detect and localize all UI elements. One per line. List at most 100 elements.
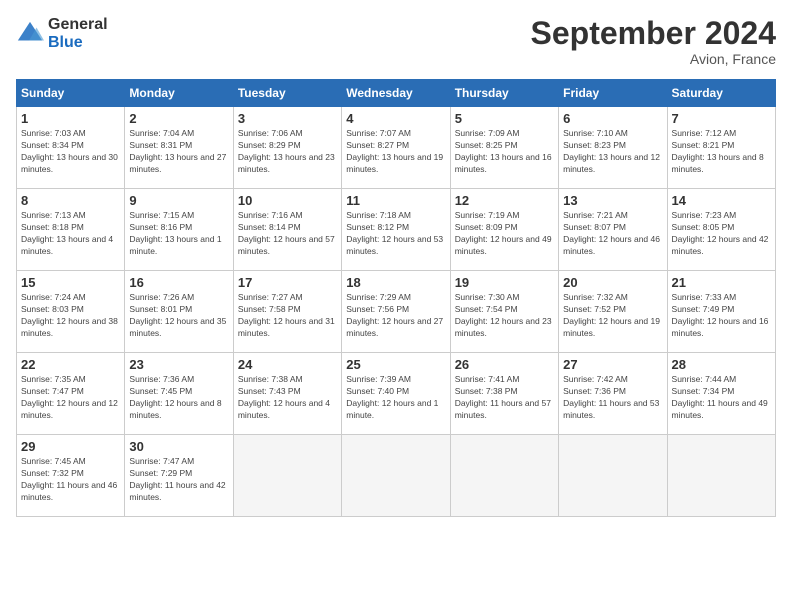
calendar-cell: 1 Sunrise: 7:03 AMSunset: 8:34 PMDayligh… <box>17 107 125 189</box>
day-info: Sunrise: 7:44 AMSunset: 7:34 PMDaylight:… <box>672 374 771 422</box>
day-info: Sunrise: 7:45 AMSunset: 7:32 PMDaylight:… <box>21 456 120 504</box>
logo-icon <box>16 20 44 48</box>
day-info: Sunrise: 7:30 AMSunset: 7:54 PMDaylight:… <box>455 292 554 340</box>
calendar-cell <box>342 435 450 517</box>
calendar-week-row: 1 Sunrise: 7:03 AMSunset: 8:34 PMDayligh… <box>17 107 776 189</box>
day-info: Sunrise: 7:47 AMSunset: 7:29 PMDaylight:… <box>129 456 228 504</box>
day-info: Sunrise: 7:06 AMSunset: 8:29 PMDaylight:… <box>238 128 337 176</box>
day-info: Sunrise: 7:09 AMSunset: 8:25 PMDaylight:… <box>455 128 554 176</box>
calendar-cell: 16 Sunrise: 7:26 AMSunset: 8:01 PMDaylig… <box>125 271 233 353</box>
day-info: Sunrise: 7:21 AMSunset: 8:07 PMDaylight:… <box>563 210 662 258</box>
day-number: 13 <box>563 193 662 208</box>
day-info: Sunrise: 7:29 AMSunset: 7:56 PMDaylight:… <box>346 292 445 340</box>
day-number: 4 <box>346 111 445 126</box>
calendar-table: SundayMondayTuesdayWednesdayThursdayFrid… <box>16 79 776 517</box>
day-number: 19 <box>455 275 554 290</box>
day-number: 2 <box>129 111 228 126</box>
calendar-cell: 19 Sunrise: 7:30 AMSunset: 7:54 PMDaylig… <box>450 271 558 353</box>
calendar-cell: 29 Sunrise: 7:45 AMSunset: 7:32 PMDaylig… <box>17 435 125 517</box>
logo: General Blue <box>16 16 108 51</box>
day-number: 10 <box>238 193 337 208</box>
day-number: 23 <box>129 357 228 372</box>
day-info: Sunrise: 7:32 AMSunset: 7:52 PMDaylight:… <box>563 292 662 340</box>
header: General Blue September 2024 Avion, Franc… <box>16 16 776 67</box>
day-number: 29 <box>21 439 120 454</box>
logo-text: General Blue <box>48 16 108 51</box>
day-info: Sunrise: 7:18 AMSunset: 8:12 PMDaylight:… <box>346 210 445 258</box>
day-number: 22 <box>21 357 120 372</box>
calendar-cell: 18 Sunrise: 7:29 AMSunset: 7:56 PMDaylig… <box>342 271 450 353</box>
day-info: Sunrise: 7:42 AMSunset: 7:36 PMDaylight:… <box>563 374 662 422</box>
calendar-cell: 24 Sunrise: 7:38 AMSunset: 7:43 PMDaylig… <box>233 353 341 435</box>
calendar-cell: 25 Sunrise: 7:39 AMSunset: 7:40 PMDaylig… <box>342 353 450 435</box>
day-info: Sunrise: 7:38 AMSunset: 7:43 PMDaylight:… <box>238 374 337 422</box>
weekday-header-row: SundayMondayTuesdayWednesdayThursdayFrid… <box>17 80 776 107</box>
weekday-header-cell: Monday <box>125 80 233 107</box>
day-info: Sunrise: 7:35 AMSunset: 7:47 PMDaylight:… <box>21 374 120 422</box>
day-number: 17 <box>238 275 337 290</box>
calendar-cell: 2 Sunrise: 7:04 AMSunset: 8:31 PMDayligh… <box>125 107 233 189</box>
day-number: 3 <box>238 111 337 126</box>
calendar-cell: 26 Sunrise: 7:41 AMSunset: 7:38 PMDaylig… <box>450 353 558 435</box>
calendar-cell: 10 Sunrise: 7:16 AMSunset: 8:14 PMDaylig… <box>233 189 341 271</box>
calendar-cell: 4 Sunrise: 7:07 AMSunset: 8:27 PMDayligh… <box>342 107 450 189</box>
calendar-week-row: 8 Sunrise: 7:13 AMSunset: 8:18 PMDayligh… <box>17 189 776 271</box>
calendar-cell: 28 Sunrise: 7:44 AMSunset: 7:34 PMDaylig… <box>667 353 775 435</box>
day-number: 6 <box>563 111 662 126</box>
calendar-cell: 23 Sunrise: 7:36 AMSunset: 7:45 PMDaylig… <box>125 353 233 435</box>
day-info: Sunrise: 7:41 AMSunset: 7:38 PMDaylight:… <box>455 374 554 422</box>
day-number: 24 <box>238 357 337 372</box>
day-info: Sunrise: 7:23 AMSunset: 8:05 PMDaylight:… <box>672 210 771 258</box>
day-info: Sunrise: 7:27 AMSunset: 7:58 PMDaylight:… <box>238 292 337 340</box>
day-number: 18 <box>346 275 445 290</box>
calendar-cell <box>450 435 558 517</box>
weekday-header-cell: Friday <box>559 80 667 107</box>
calendar-week-row: 29 Sunrise: 7:45 AMSunset: 7:32 PMDaylig… <box>17 435 776 517</box>
day-info: Sunrise: 7:16 AMSunset: 8:14 PMDaylight:… <box>238 210 337 258</box>
day-info: Sunrise: 7:36 AMSunset: 7:45 PMDaylight:… <box>129 374 228 422</box>
day-number: 5 <box>455 111 554 126</box>
calendar-cell: 17 Sunrise: 7:27 AMSunset: 7:58 PMDaylig… <box>233 271 341 353</box>
weekday-header-cell: Saturday <box>667 80 775 107</box>
calendar-cell: 30 Sunrise: 7:47 AMSunset: 7:29 PMDaylig… <box>125 435 233 517</box>
day-info: Sunrise: 7:15 AMSunset: 8:16 PMDaylight:… <box>129 210 228 258</box>
calendar-week-row: 22 Sunrise: 7:35 AMSunset: 7:47 PMDaylig… <box>17 353 776 435</box>
day-number: 1 <box>21 111 120 126</box>
logo-blue-text: Blue <box>48 34 108 52</box>
day-number: 16 <box>129 275 228 290</box>
calendar-cell: 9 Sunrise: 7:15 AMSunset: 8:16 PMDayligh… <box>125 189 233 271</box>
calendar-cell: 27 Sunrise: 7:42 AMSunset: 7:36 PMDaylig… <box>559 353 667 435</box>
calendar-cell: 15 Sunrise: 7:24 AMSunset: 8:03 PMDaylig… <box>17 271 125 353</box>
calendar-cell: 3 Sunrise: 7:06 AMSunset: 8:29 PMDayligh… <box>233 107 341 189</box>
weekday-header-cell: Tuesday <box>233 80 341 107</box>
calendar-cell: 12 Sunrise: 7:19 AMSunset: 8:09 PMDaylig… <box>450 189 558 271</box>
calendar-cell <box>233 435 341 517</box>
day-number: 12 <box>455 193 554 208</box>
page-container: General Blue September 2024 Avion, Franc… <box>0 0 792 525</box>
day-info: Sunrise: 7:12 AMSunset: 8:21 PMDaylight:… <box>672 128 771 176</box>
day-info: Sunrise: 7:26 AMSunset: 8:01 PMDaylight:… <box>129 292 228 340</box>
location: Avion, France <box>531 51 776 67</box>
day-number: 28 <box>672 357 771 372</box>
calendar-cell: 22 Sunrise: 7:35 AMSunset: 7:47 PMDaylig… <box>17 353 125 435</box>
weekday-header-cell: Sunday <box>17 80 125 107</box>
day-info: Sunrise: 7:39 AMSunset: 7:40 PMDaylight:… <box>346 374 445 422</box>
day-number: 20 <box>563 275 662 290</box>
day-number: 15 <box>21 275 120 290</box>
logo-general-text: General <box>48 16 108 34</box>
calendar-week-row: 15 Sunrise: 7:24 AMSunset: 8:03 PMDaylig… <box>17 271 776 353</box>
day-info: Sunrise: 7:33 AMSunset: 7:49 PMDaylight:… <box>672 292 771 340</box>
day-number: 25 <box>346 357 445 372</box>
day-info: Sunrise: 7:10 AMSunset: 8:23 PMDaylight:… <box>563 128 662 176</box>
calendar-cell: 5 Sunrise: 7:09 AMSunset: 8:25 PMDayligh… <box>450 107 558 189</box>
day-number: 21 <box>672 275 771 290</box>
calendar-cell: 20 Sunrise: 7:32 AMSunset: 7:52 PMDaylig… <box>559 271 667 353</box>
calendar-cell <box>667 435 775 517</box>
day-number: 8 <box>21 193 120 208</box>
day-info: Sunrise: 7:03 AMSunset: 8:34 PMDaylight:… <box>21 128 120 176</box>
calendar-cell: 13 Sunrise: 7:21 AMSunset: 8:07 PMDaylig… <box>559 189 667 271</box>
day-number: 26 <box>455 357 554 372</box>
day-number: 27 <box>563 357 662 372</box>
day-info: Sunrise: 7:04 AMSunset: 8:31 PMDaylight:… <box>129 128 228 176</box>
calendar-cell: 8 Sunrise: 7:13 AMSunset: 8:18 PMDayligh… <box>17 189 125 271</box>
